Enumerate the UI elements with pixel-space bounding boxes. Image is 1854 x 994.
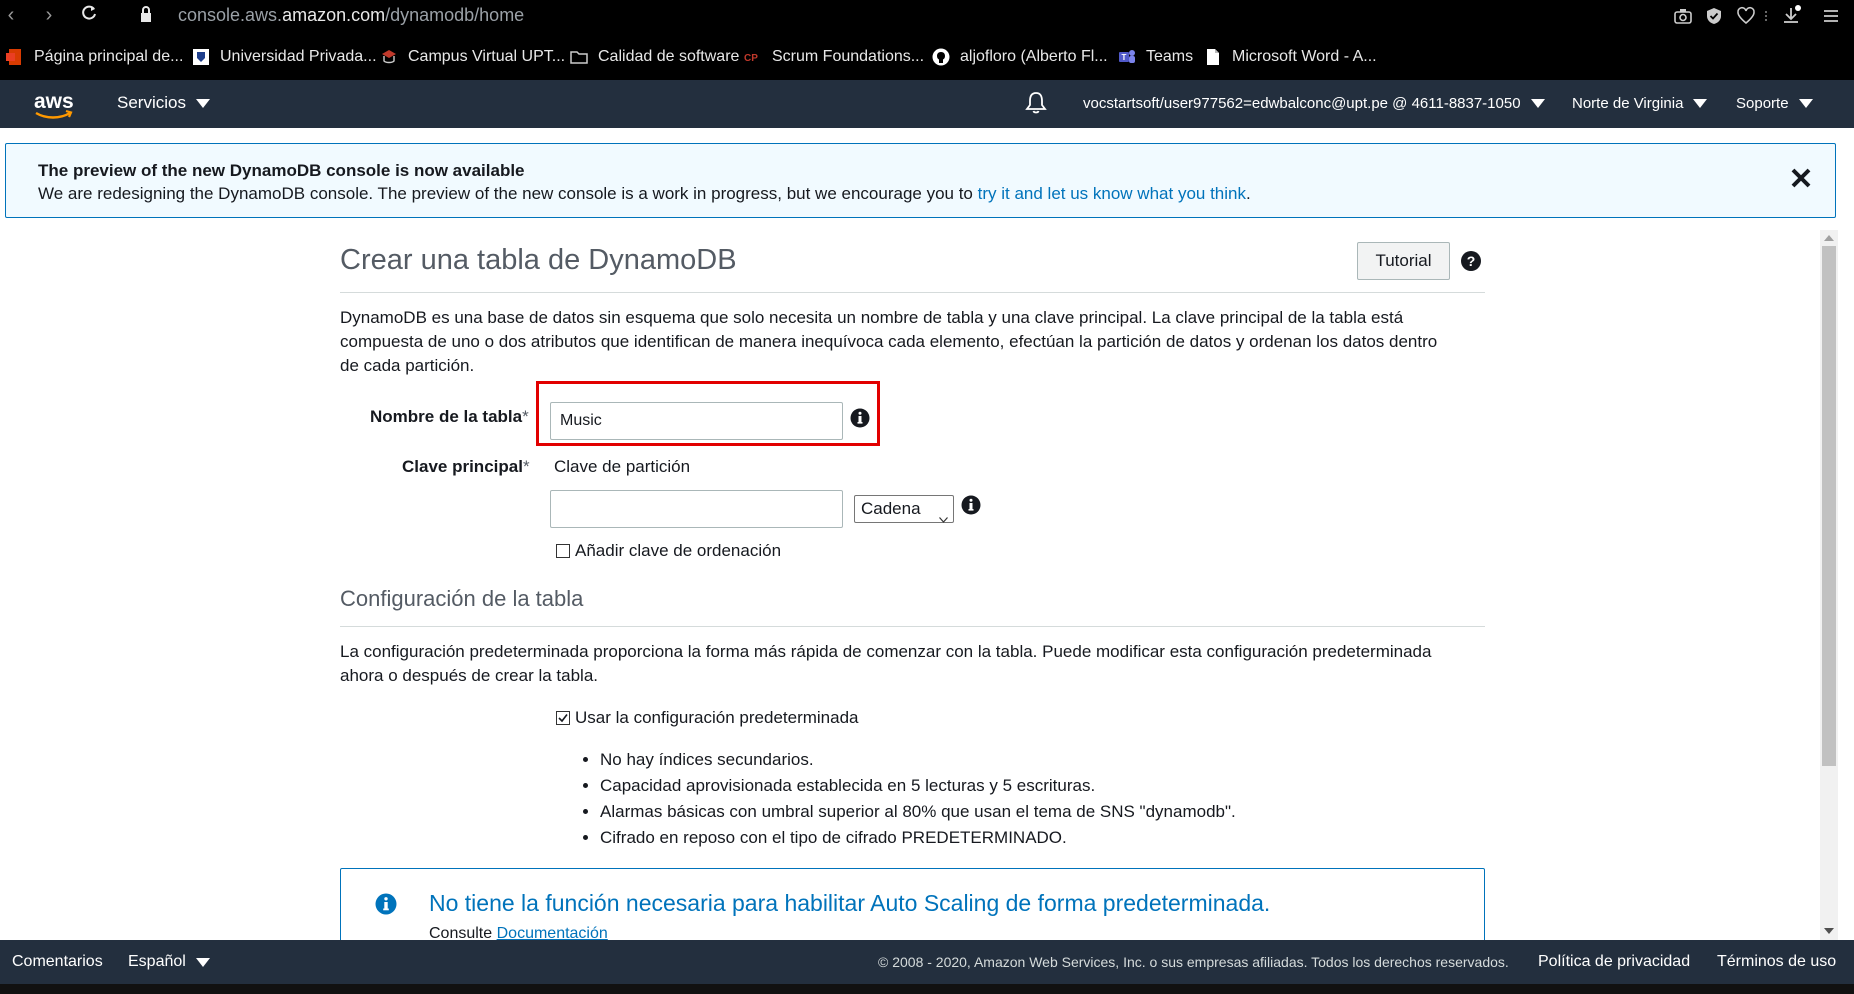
page-scrollbar[interactable] <box>1820 230 1838 940</box>
table-config-description: La configuración predeterminada proporci… <box>340 642 1432 685</box>
caret-down-icon <box>1530 99 1545 108</box>
table-config-title: Configuración de la tabla <box>340 586 584 611</box>
list-item: Cifrado en reposo con el tipo de cifrado… <box>600 825 1236 851</box>
feedback-link[interactable]: Comentarios <box>12 953 103 971</box>
svg-text:aws: aws <box>34 90 74 113</box>
scroll-down-icon[interactable] <box>1824 927 1834 935</box>
auto-scaling-alert: No tiene la función necesaria para habil… <box>340 868 1485 948</box>
primary-key-label: Clave principal* <box>402 457 530 476</box>
caret-down-icon <box>195 98 210 108</box>
terms-link[interactable]: Términos de uso <box>1717 953 1836 971</box>
partition-key-label: Clave de partición <box>554 457 691 476</box>
scroll-up-icon[interactable] <box>1824 234 1834 242</box>
aws-top-nav: aws Servicios vocstartsoft/user977562=ed… <box>0 80 1854 128</box>
university-crest-icon <box>192 48 210 66</box>
bookmark-campus[interactable]: Campus Virtual UPT... <box>380 46 565 68</box>
caret-down-icon <box>1798 99 1813 108</box>
help-icon[interactable]: ? <box>1460 250 1482 272</box>
teams-icon: T <box>1118 48 1136 66</box>
info-icon[interactable] <box>850 408 870 428</box>
preview-console-banner: The preview of the new DynamoDB console … <box>5 143 1836 218</box>
heart-icon[interactable] <box>1735 5 1757 27</box>
bookmark-github[interactable]: aljofloro (Alberto Fl... <box>932 46 1108 68</box>
reload-icon[interactable] <box>78 4 100 26</box>
list-item: Alarmas básicas con umbral superior al 8… <box>600 799 1236 825</box>
bookmark-universidad[interactable]: Universidad Privada... <box>192 46 377 68</box>
svg-text:?: ? <box>1467 253 1476 269</box>
aws-logo[interactable]: aws <box>32 88 76 122</box>
account-menu[interactable]: vocstartsoft/user977562=edwbalconc@upt.p… <box>1083 95 1545 112</box>
privacy-link[interactable]: Política de privacidad <box>1538 953 1690 971</box>
caret-down-icon <box>195 957 210 967</box>
bookmark-word[interactable]: Microsoft Word - A... <box>1204 46 1377 68</box>
add-sort-key-label: Añadir clave de ordenación <box>575 541 782 560</box>
create-table-page: Crear una tabla de DynamoDB Tutorial ? D… <box>0 218 1854 948</box>
close-icon[interactable] <box>1787 164 1815 192</box>
lock-icon <box>140 6 152 24</box>
scrollbar-thumb[interactable] <box>1822 246 1836 766</box>
bookmark-calidad[interactable]: Calidad de software <box>570 46 739 68</box>
address-bar[interactable]: console.aws.amazon.com/dynamodb/home <box>178 5 524 26</box>
bookmarks-bar: Página principal de... Universidad Priva… <box>0 32 1854 80</box>
language-selector[interactable]: Español <box>128 953 210 971</box>
copyright: © 2008 - 2020, Amazon Web Services, Inc.… <box>878 954 1509 970</box>
list-item: No hay índices secundarios. <box>600 747 1236 773</box>
github-icon <box>932 48 950 66</box>
defaults-list: No hay índices secundarios. Capacidad ap… <box>570 747 1236 851</box>
svg-text:T: T <box>1122 53 1127 62</box>
bookmark-office[interactable]: Página principal de... <box>6 46 183 68</box>
banner-text: We are redesigning the DynamoDB console.… <box>38 184 1251 203</box>
bookmark-scrum[interactable]: CP Scrum Foundations... <box>744 46 924 68</box>
add-sort-key-checkbox[interactable] <box>556 544 570 558</box>
support-menu[interactable]: Soporte <box>1736 95 1813 112</box>
key-type-select[interactable]: Cadena <box>854 495 954 523</box>
page-title: Crear una tabla de DynamoDB <box>340 244 737 276</box>
more-vertical-icon[interactable] <box>1762 5 1770 27</box>
bell-icon <box>1024 90 1048 121</box>
region-menu[interactable]: Norte de Virginia <box>1572 95 1708 112</box>
use-defaults-label: Usar la configuración predeterminada <box>575 708 859 727</box>
cp-icon: CP <box>744 48 762 66</box>
table-name-label: Nombre de la tabla* <box>370 407 529 426</box>
use-defaults-checkbox[interactable] <box>556 711 570 725</box>
alert-title: No tiene la función necesaria para habil… <box>429 890 1271 916</box>
chevron-down-icon <box>939 505 948 523</box>
camera-icon[interactable] <box>1672 5 1694 27</box>
table-name-input[interactable] <box>550 402 843 440</box>
aws-footer: Comentarios Español © 2008 - 2020, Amazo… <box>0 940 1854 984</box>
page-description: DynamoDB es una base de datos sin esquem… <box>340 308 1438 375</box>
back-icon[interactable]: ‹ <box>0 4 22 26</box>
divider <box>340 292 1485 293</box>
banner-title: The preview of the new DynamoDB console … <box>38 161 525 180</box>
bookmark-teams[interactable]: T Teams <box>1118 46 1193 68</box>
notifications-bell[interactable] <box>1024 90 1048 121</box>
svg-text:CP: CP <box>744 53 758 64</box>
forward-icon[interactable]: › <box>38 4 60 26</box>
shield-icon[interactable] <box>1703 5 1725 27</box>
folder-icon <box>570 48 588 66</box>
services-menu[interactable]: Servicios <box>117 93 210 113</box>
document-icon <box>1204 48 1222 66</box>
info-icon <box>375 893 397 915</box>
caret-down-icon <box>1693 99 1708 108</box>
menu-icon[interactable] <box>1820 5 1842 27</box>
browser-toolbar: ‹ › console.aws.amazon.com/dynamodb/home <box>0 0 1854 32</box>
campus-icon <box>380 48 398 66</box>
download-icon[interactable] <box>1780 5 1802 27</box>
partition-key-input[interactable] <box>550 490 843 528</box>
office-icon <box>6 48 24 66</box>
try-preview-link[interactable]: try it and let us know what you think <box>978 184 1246 203</box>
tutorial-button[interactable]: Tutorial <box>1357 242 1450 280</box>
os-taskbar <box>0 984 1854 994</box>
list-item: Capacidad aprovisionada establecida en 5… <box>600 773 1236 799</box>
divider <box>340 626 1485 627</box>
info-icon[interactable] <box>961 495 981 515</box>
